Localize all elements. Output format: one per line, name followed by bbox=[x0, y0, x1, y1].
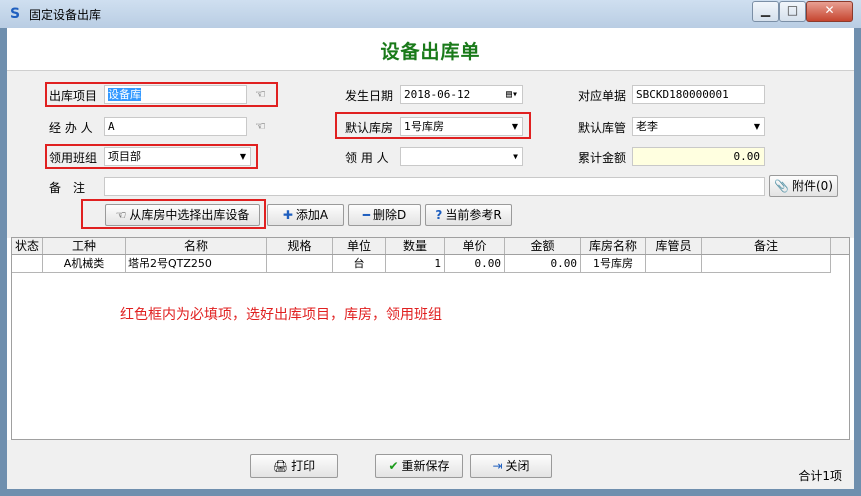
cell-trade[interactable]: A机械类 bbox=[43, 255, 126, 273]
required-fields-note: 红色框内为必填项，选好出库项目，库房，领用班组 bbox=[120, 307, 442, 323]
cell-name[interactable]: 塔吊2号QTZ250 bbox=[126, 255, 267, 273]
app-logo-icon: S bbox=[9, 6, 21, 22]
cell-price[interactable]: 0.00 bbox=[445, 255, 505, 273]
col-status[interactable]: 状态 bbox=[12, 238, 43, 254]
team-label: 领用班组 bbox=[49, 151, 98, 165]
total-amount-label: 累计金额 bbox=[578, 151, 627, 165]
total-count: 合计1项 bbox=[798, 469, 842, 483]
maximize-button[interactable]: □ bbox=[779, 1, 806, 22]
minus-icon: ━ bbox=[362, 208, 370, 222]
out-project-label: 出库项目 bbox=[49, 89, 98, 103]
remark-input[interactable] bbox=[104, 177, 765, 196]
col-trade[interactable]: 工种 bbox=[43, 238, 126, 254]
cell-qty[interactable]: 1 bbox=[386, 255, 445, 273]
exit-door-icon: ⇥ bbox=[492, 459, 503, 473]
items-table: 状态 工种 名称 规格 单位 数量 单价 金额 库房名称 库管员 备注 A机械类… bbox=[11, 237, 850, 440]
cell-unit[interactable]: 台 bbox=[333, 255, 386, 273]
col-unit[interactable]: 单位 bbox=[333, 238, 386, 254]
cell-status[interactable] bbox=[12, 255, 43, 273]
form-client-area: 设备出库单 出库项目 设备库 ☜ 发生日期 2018-06-12 ▤▾ 对应单据 … bbox=[7, 28, 854, 489]
table-header: 状态 工种 名称 规格 单位 数量 单价 金额 库房名称 库管员 备注 bbox=[12, 238, 849, 255]
cell-spec[interactable] bbox=[267, 255, 333, 273]
col-name[interactable]: 名称 bbox=[126, 238, 267, 254]
pick-project-icon[interactable]: ☜ bbox=[255, 87, 266, 101]
receiver-select[interactable] bbox=[400, 147, 523, 166]
date-label: 发生日期 bbox=[345, 89, 394, 103]
attachment-button[interactable]: 📎 附件(0) bbox=[769, 175, 838, 197]
default-store-select[interactable]: 1号库房 bbox=[400, 117, 523, 136]
resave-button[interactable]: ✔ 重新保存 bbox=[375, 454, 463, 478]
footer-bar: 🖨 打印 ✔ 重新保存 ⇥ 关闭 合计1项 bbox=[7, 440, 854, 489]
print-button[interactable]: 🖨 打印 bbox=[250, 454, 338, 478]
paperclip-icon: 📎 bbox=[774, 179, 789, 193]
col-spec[interactable]: 规格 bbox=[267, 238, 333, 254]
delete-button[interactable]: ━ 删除D bbox=[348, 204, 421, 226]
cell-store-name[interactable]: 1号库房 bbox=[581, 255, 646, 273]
col-price[interactable]: 单价 bbox=[445, 238, 505, 254]
calendar-dropdown-icon[interactable]: ▤▾ bbox=[506, 86, 518, 103]
pick-handler-icon[interactable]: ☜ bbox=[255, 119, 266, 133]
ref-no-label: 对应单据 bbox=[578, 89, 627, 103]
default-store-label: 默认库房 bbox=[345, 121, 394, 135]
plus-icon: ✚ bbox=[282, 208, 293, 222]
cell-amount[interactable]: 0.00 bbox=[505, 255, 581, 273]
table-row[interactable]: A机械类 塔吊2号QTZ250 台 1 0.00 0.00 1号库房 bbox=[12, 255, 849, 273]
checkmark-icon: ✔ bbox=[388, 459, 399, 473]
hand-pointer-icon: ☜ bbox=[115, 208, 127, 222]
receiver-label: 领 用 人 bbox=[345, 151, 389, 165]
col-remark[interactable]: 备注 bbox=[702, 238, 831, 254]
col-amount[interactable]: 金额 bbox=[505, 238, 581, 254]
title-bar: S 固定设备出库 ▁ □ ✕ bbox=[0, 0, 861, 28]
out-project-input[interactable]: 设备库 bbox=[104, 85, 247, 104]
date-input[interactable]: 2018-06-12 ▤▾ bbox=[400, 85, 523, 104]
printer-icon: 🖨 bbox=[272, 459, 289, 473]
cell-remark[interactable] bbox=[702, 255, 831, 273]
handler-input[interactable]: A bbox=[104, 117, 247, 136]
col-keeper[interactable]: 库管员 bbox=[646, 238, 702, 254]
form-title: 设备出库单 bbox=[380, 41, 481, 63]
help-cursor-icon: ? bbox=[435, 208, 443, 222]
add-button[interactable]: ✚ 添加A bbox=[267, 204, 344, 226]
total-amount-value: 0.00 bbox=[632, 147, 765, 166]
team-select[interactable]: 项目部 bbox=[104, 147, 251, 166]
window-title: 固定设备出库 bbox=[29, 8, 102, 22]
col-qty[interactable]: 数量 bbox=[386, 238, 445, 254]
remark-label: 备 注 bbox=[49, 181, 86, 195]
form-header: 设备出库单 bbox=[7, 28, 854, 70]
form-fields: 出库项目 设备库 ☜ 发生日期 2018-06-12 ▤▾ 对应单据 SBCKD1… bbox=[7, 70, 854, 238]
store-keeper-select[interactable]: 老李 bbox=[632, 117, 765, 136]
select-from-store-button[interactable]: ☜ 从库房中选择出库设备 bbox=[105, 204, 260, 226]
reference-button[interactable]: ? 当前参考R bbox=[425, 204, 512, 226]
col-store-name[interactable]: 库房名称 bbox=[581, 238, 646, 254]
close-window-button[interactable]: ✕ bbox=[806, 1, 853, 22]
minimize-button[interactable]: ▁ bbox=[752, 1, 779, 22]
cell-keeper[interactable] bbox=[646, 255, 702, 273]
ref-no-input[interactable]: SBCKD180000001 bbox=[632, 85, 765, 104]
close-form-button[interactable]: ⇥ 关闭 bbox=[470, 454, 552, 478]
app-window: S 固定设备出库 ▁ □ ✕ 设备出库单 出库项目 设备库 ☜ 发生日期 201… bbox=[0, 0, 861, 496]
handler-label: 经 办 人 bbox=[49, 121, 93, 135]
store-keeper-label: 默认库管 bbox=[578, 121, 627, 135]
